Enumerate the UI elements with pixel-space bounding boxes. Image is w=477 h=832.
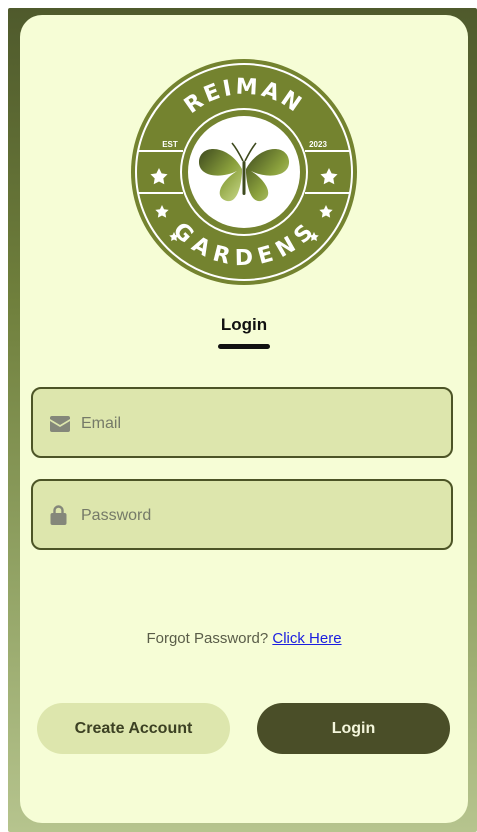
forgot-password-link[interactable]: Click Here (272, 630, 341, 647)
forgot-password-text: Forgot Password? (146, 630, 269, 647)
tab-active-indicator (218, 344, 270, 349)
reiman-gardens-logo: REIMAN GARDENS EST 2023 (131, 59, 357, 285)
login-button[interactable]: Login (257, 703, 450, 754)
logo-year: 2023 (309, 140, 327, 149)
password-field[interactable] (31, 479, 453, 550)
password-input[interactable] (79, 481, 443, 550)
tab-login[interactable]: Login (20, 315, 468, 335)
create-account-button[interactable]: Create Account (37, 703, 230, 754)
logo-est-label: EST (162, 140, 178, 149)
lock-icon (50, 505, 67, 525)
envelope-icon (50, 416, 70, 432)
forgot-password-row: Forgot Password? Click Here (20, 630, 468, 647)
email-field[interactable] (31, 387, 453, 458)
login-card: REIMAN GARDENS EST 2023 Login Email Forg… (20, 15, 468, 823)
email-input[interactable] (79, 389, 443, 458)
